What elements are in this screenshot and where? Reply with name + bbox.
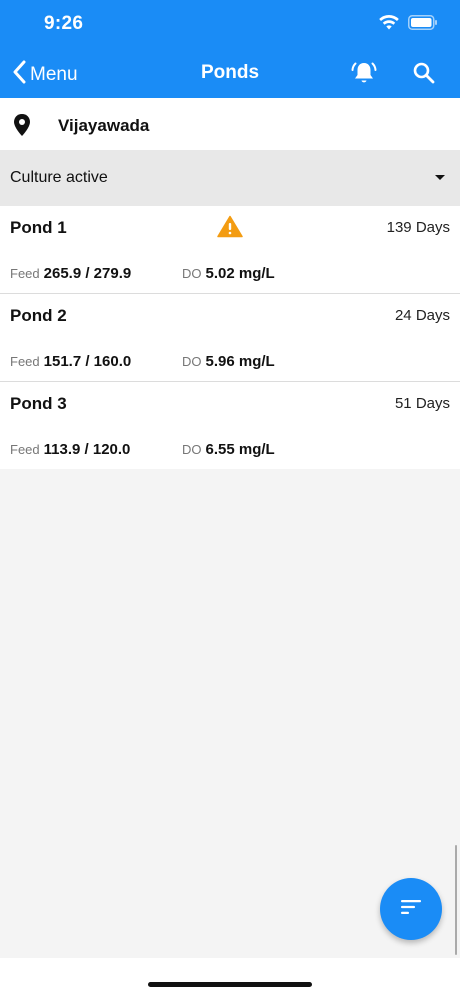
pond-name: Pond 1 xyxy=(10,218,67,237)
feed-value: 265.9 / 279.9 xyxy=(43,265,132,282)
pond-days: 24 Days xyxy=(394,307,450,324)
status-time: 9:26 xyxy=(44,13,84,34)
pond-list: Pond 1 139 Days Feed 265.9 / 279.9 DO 5.02… xyxy=(0,206,460,469)
pond-days: 139 Days xyxy=(386,219,450,236)
do-value: 5.96 mg/L xyxy=(205,353,275,370)
pond-stats: Feed 265.9 / 279.9 DO 5.02 mg/L xyxy=(10,265,275,282)
status-icons xyxy=(378,14,438,30)
pond-stats: Feed 113.9 / 120.0 DO 6.55 mg/L xyxy=(10,441,275,458)
do-value: 5.02 mg/L xyxy=(205,265,275,282)
pond-row[interactable]: Pond 1 139 Days Feed 265.9 / 279.9 DO 5.02… xyxy=(0,206,460,294)
home-indicator[interactable] xyxy=(148,982,312,987)
search-button[interactable] xyxy=(412,61,436,90)
do-label: DO xyxy=(182,266,202,281)
map-pin-icon xyxy=(12,113,32,142)
app-header: 9:26 Menu Ponds xyxy=(0,0,460,98)
bottom-bar xyxy=(0,958,460,996)
feed-value: 151.7 / 160.0 xyxy=(43,353,132,370)
location-row[interactable]: Vijayawada xyxy=(0,98,460,150)
nav-bar: Menu Ponds xyxy=(0,52,460,96)
bell-ring-icon xyxy=(350,62,378,90)
do-value: 6.55 mg/L xyxy=(205,441,275,458)
sort-icon xyxy=(399,898,423,921)
warning-triangle-icon[interactable] xyxy=(217,215,243,243)
ponds-screen: 9:26 Menu Ponds Vijayawada Culture activ… xyxy=(0,0,460,996)
do-label: DO xyxy=(182,442,202,457)
feed-label: Feed xyxy=(10,442,40,457)
pond-row[interactable]: Pond 3 51 Days Feed 113.9 / 120.0 DO 6.55 … xyxy=(0,382,460,469)
page-title: Ponds xyxy=(200,62,260,83)
wifi-icon xyxy=(378,14,400,30)
notifications-button[interactable] xyxy=(350,60,378,91)
feed-label: Feed xyxy=(10,354,40,369)
filter-selected-value: Culture active xyxy=(10,169,108,186)
search-icon xyxy=(412,62,436,89)
location-name: Vijayawada xyxy=(58,116,150,135)
pond-stats: Feed 151.7 / 160.0 DO 5.96 mg/L xyxy=(10,353,275,370)
do-label: DO xyxy=(182,354,202,369)
feed-value: 113.9 / 120.0 xyxy=(43,441,131,458)
pond-name: Pond 2 xyxy=(10,306,67,325)
culture-filter-dropdown[interactable]: Culture active xyxy=(0,150,460,206)
pond-row[interactable]: Pond 2 24 Days Feed 151.7 / 160.0 DO 5.96 … xyxy=(0,294,460,382)
pond-days: 51 Days xyxy=(394,395,450,412)
battery-icon xyxy=(408,14,438,30)
sort-button[interactable] xyxy=(380,878,442,940)
scrollbar[interactable] xyxy=(455,845,457,955)
caret-down-icon xyxy=(435,175,445,180)
feed-label: Feed xyxy=(10,266,40,281)
pond-name: Pond 3 xyxy=(10,394,67,413)
